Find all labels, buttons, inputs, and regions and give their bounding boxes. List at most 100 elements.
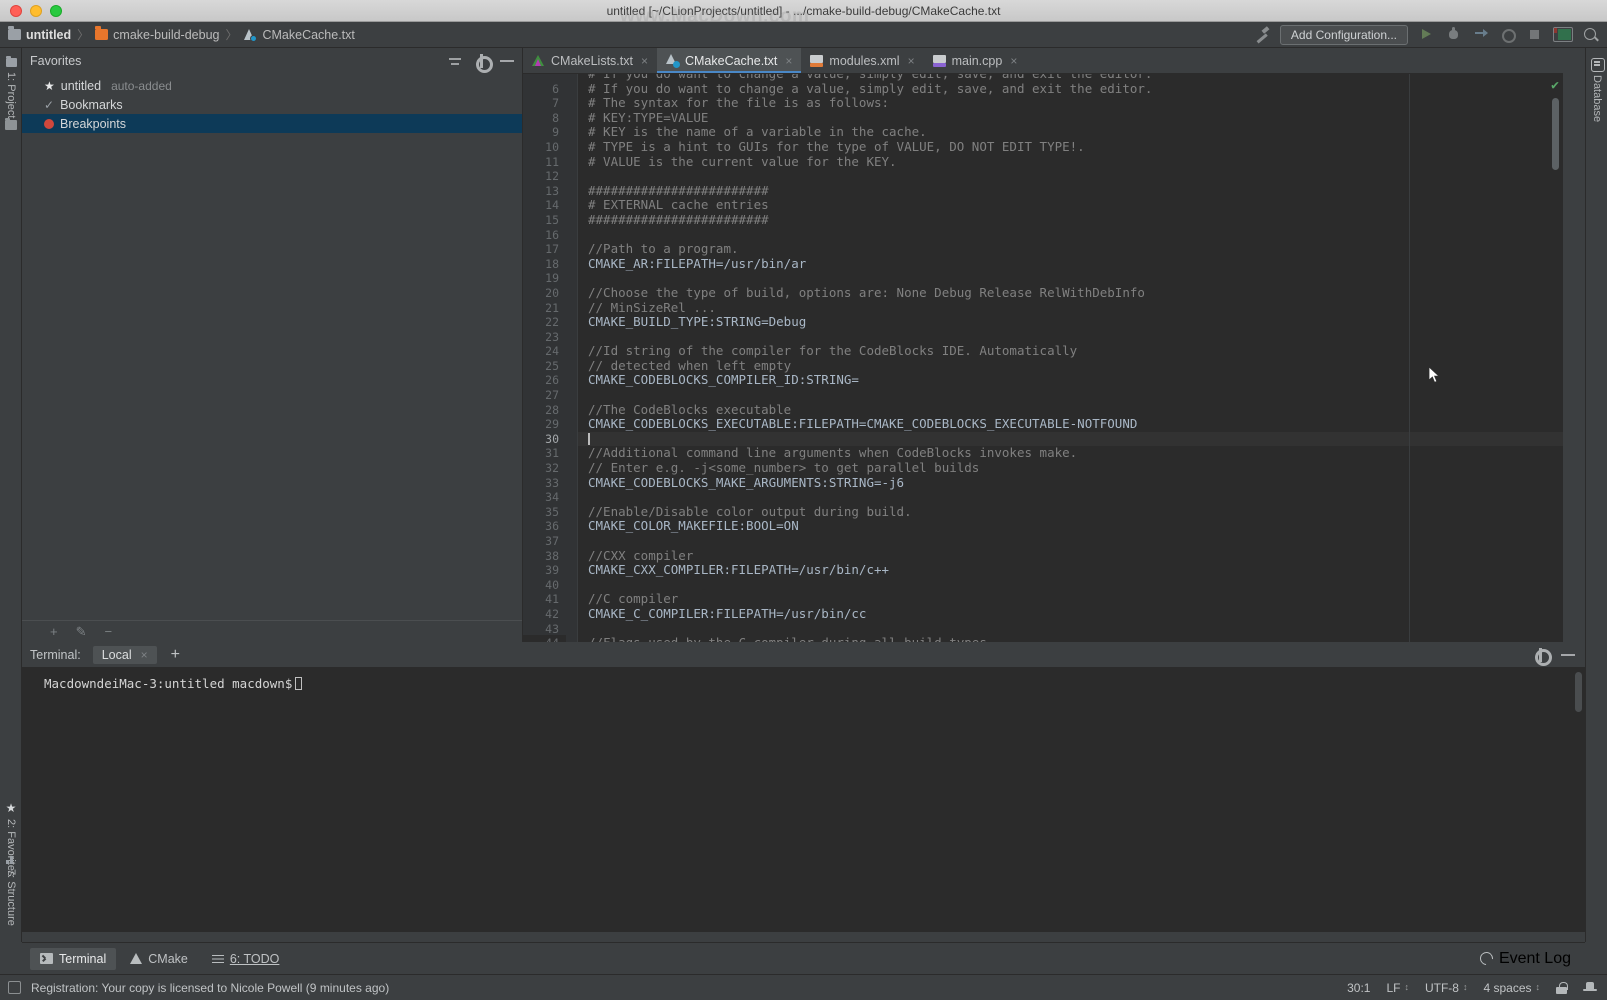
list-item[interactable]: ✓ Bookmarks (22, 95, 522, 114)
code-line[interactable]: //Choose the type of build, options are:… (578, 285, 1563, 301)
encoding-selector[interactable]: UTF-8 ↕ (1425, 981, 1468, 995)
window-controls[interactable] (10, 4, 62, 17)
code-line[interactable]: //Enable/Disable color output during bui… (578, 504, 1563, 520)
code-content[interactable]: # If you do want to change a value, simp… (578, 74, 1563, 642)
gear-icon[interactable] (1533, 647, 1552, 666)
close-icon[interactable]: × (141, 648, 148, 662)
code-editor[interactable]: 6 7 8 9 10 11 12 13 14 15 16 17 18 19 20 21 22 23 24 25 26 27… (523, 74, 1563, 642)
code-line[interactable] (578, 578, 1563, 593)
step-over-icon[interactable] (1472, 26, 1489, 43)
breadcrumb-item-project[interactable]: untitled (8, 26, 71, 42)
breadcrumb-item-file[interactable]: CMakeCache.txt (243, 28, 355, 42)
code-line[interactable]: # KEY:TYPE=VALUE (578, 110, 1563, 126)
code-line[interactable]: // detected when left empty (578, 358, 1563, 374)
code-line[interactable]: //Additional command line arguments when… (578, 446, 1563, 461)
code-folding-strip[interactable] (566, 74, 578, 642)
code-line[interactable]: CMAKE_CODEBLOCKS_COMPILER_ID:STRING= (578, 373, 1563, 388)
tab-terminal[interactable]: Terminal (30, 947, 117, 970)
minimize-icon[interactable] (500, 60, 514, 62)
toggle-toolwindows-icon[interactable] (8, 981, 21, 994)
code-line[interactable]: ######################## (578, 212, 1563, 228)
code-line[interactable] (578, 622, 1563, 637)
code-line[interactable] (578, 534, 1563, 549)
add-favorite-button[interactable]: + (50, 624, 58, 639)
code-line[interactable]: // MinSizeRel ... (578, 300, 1563, 316)
indent-selector[interactable]: 4 spaces ↕ (1483, 981, 1540, 995)
tab-main-cpp[interactable]: main.cpp × (924, 48, 1027, 73)
close-window-button[interactable] (10, 4, 22, 17)
tab-todo[interactable]: 6: TODO (202, 948, 290, 970)
new-terminal-button[interactable]: + (171, 646, 180, 663)
close-icon[interactable]: × (908, 54, 915, 68)
code-line[interactable]: //Id string of the compiler for the Code… (578, 343, 1563, 359)
list-item[interactable]: ★ untitled auto-added (22, 76, 522, 95)
code-line[interactable]: //The CodeBlocks executable (578, 402, 1563, 418)
add-configuration-button[interactable]: Add Configuration... (1279, 24, 1408, 45)
collapse-all-icon[interactable] (448, 54, 462, 68)
code-line[interactable]: CMAKE_BUILD_TYPE:STRING=Debug (578, 314, 1563, 330)
event-log-button[interactable]: Event Log (1477, 949, 1571, 968)
debug-icon[interactable] (1445, 26, 1462, 43)
code-line[interactable] (578, 388, 1563, 403)
code-line[interactable]: CMAKE_COLOR_MAKEFILE:BOOL=ON (578, 519, 1563, 534)
search-everywhere-icon[interactable] (1583, 27, 1599, 43)
close-icon[interactable]: × (641, 54, 648, 68)
line-number: 36 (545, 519, 559, 534)
terminal-scrollbar-thumb[interactable] (1575, 672, 1582, 712)
code-line[interactable]: CMAKE_CODEBLOCKS_MAKE_ARGUMENTS:STRING=-… (578, 475, 1563, 491)
code-line[interactable] (578, 271, 1563, 286)
code-line[interactable]: # KEY is the name of a variable in the c… (578, 125, 1563, 140)
minimize-icon[interactable] (1561, 653, 1575, 656)
sidebar-item-structure[interactable]: 7: Structure (0, 848, 22, 932)
close-icon[interactable]: × (785, 54, 792, 68)
tab-cmakecache[interactable]: CMakeCache.txt × (656, 48, 802, 73)
code-line[interactable] (578, 169, 1563, 184)
tab-modules-xml[interactable]: modules.xml × (801, 48, 923, 73)
line-number: 14 (545, 198, 559, 213)
terminal-output[interactable]: MacdowndeiMac-3:untitled macdown$ (22, 668, 1585, 691)
read-only-lock-icon[interactable] (1556, 981, 1568, 994)
code-line[interactable] (578, 490, 1563, 505)
code-line[interactable]: # TYPE is a hint to GUIs for the type of… (578, 139, 1563, 155)
code-line[interactable]: ######################## (578, 183, 1563, 199)
list-item[interactable]: Breakpoints (22, 114, 522, 133)
code-line[interactable]: //C compiler (578, 592, 1563, 607)
code-line[interactable] (578, 228, 1563, 243)
code-line[interactable]: CMAKE_CODEBLOCKS_EXECUTABLE:FILEPATH=CMA… (578, 416, 1563, 432)
edit-favorite-button[interactable]: ✎ (76, 624, 87, 640)
code-line[interactable]: CMAKE_C_COMPILER:FILEPATH=/usr/bin/cc (578, 606, 1563, 622)
code-line[interactable]: CMAKE_CXX_COMPILER:FILEPATH=/usr/bin/c++ (578, 562, 1563, 578)
tab-cmake[interactable]: CMake (120, 948, 198, 970)
breadcrumb-item-folder[interactable]: cmake-build-debug (95, 26, 219, 42)
code-line[interactable]: # EXTERNAL cache entries (578, 198, 1563, 213)
caret-position[interactable]: 30:1 (1347, 981, 1370, 995)
code-line[interactable]: // Enter e.g. -j<some_number> to get par… (578, 460, 1563, 476)
layout-icon[interactable] (1553, 27, 1573, 42)
hammer-icon[interactable] (1254, 27, 1270, 43)
tab-cmakelists[interactable]: CMakeLists.txt × (523, 48, 657, 73)
stop-icon[interactable] (1526, 26, 1543, 43)
sidebar-item-database[interactable]: Database (1586, 52, 1607, 128)
run-icon[interactable] (1418, 26, 1435, 43)
editor-scrollbar-thumb[interactable] (1552, 98, 1559, 170)
code-line[interactable]: //Path to a program. (578, 241, 1563, 257)
gear-icon[interactable] (474, 54, 493, 73)
code-line[interactable]: # If you do want to change a value, simp… (578, 81, 1563, 97)
line-number: 26 (545, 373, 559, 388)
maximize-window-button[interactable] (50, 4, 62, 17)
minimize-window-button[interactable] (30, 4, 42, 17)
code-line[interactable]: # VALUE is the current value for the KEY… (578, 154, 1563, 170)
sidebar-item-project[interactable]: 1: Project (0, 52, 22, 124)
power-save-hat-icon[interactable] (1583, 981, 1597, 994)
code-line[interactable]: # The syntax for the file is as follows: (578, 95, 1563, 111)
editor-scrollbar[interactable] (1552, 74, 1561, 642)
code-line[interactable] (578, 431, 1563, 447)
code-line[interactable]: //CXX compiler (578, 548, 1563, 564)
attach-to-process-icon[interactable] (1499, 26, 1516, 43)
line-separator-selector[interactable]: LF ↕ (1386, 981, 1409, 995)
code-line[interactable]: CMAKE_AR:FILEPATH=/usr/bin/ar (578, 256, 1563, 272)
code-line[interactable] (578, 330, 1563, 345)
close-icon[interactable]: × (1010, 54, 1017, 68)
remove-favorite-button[interactable]: − (105, 624, 113, 639)
terminal-session-tab[interactable]: Local × (92, 645, 157, 664)
